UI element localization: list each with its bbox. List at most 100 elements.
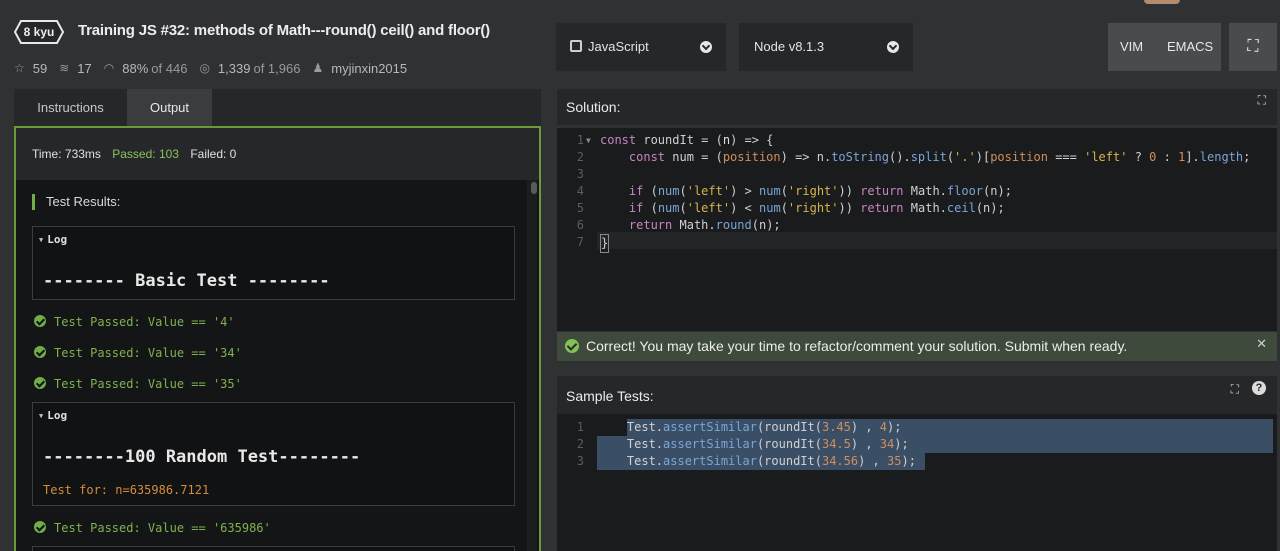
javascript-icon — [570, 40, 582, 52]
triangle-down-icon: ▼ — [39, 236, 44, 244]
author-stat[interactable]: ♟ myjinxin2015 — [312, 61, 407, 76]
output-panel: Time: 733ms Passed: 103 Failed: 0 Test R… — [14, 126, 541, 551]
target-icon: ◎ — [199, 61, 210, 75]
code-line: 4 if (num('left') > num('right')) return… — [557, 183, 1277, 200]
code-line: 1 ▼ const roundIt = (n) => { — [557, 132, 1277, 149]
line-number: 2 — [576, 150, 584, 164]
test-passed-text: Test Passed: Value == '4' — [54, 315, 235, 329]
test-results-heading: Test Results: — [32, 194, 120, 210]
check-icon — [34, 315, 46, 327]
avatar[interactable] — [1144, 0, 1180, 4]
time-stat: Time: 733ms — [32, 147, 101, 161]
satisfaction-pct: 88% — [122, 60, 149, 76]
test-passed-text: Test Passed: Value == '35' — [54, 377, 242, 391]
user-icon: ♟ — [312, 61, 324, 75]
triangle-down-icon: ▼ — [39, 412, 44, 420]
kata-stats: ☆ 59 ≋ 17 ◠ 88% of 446 ◎ 1,339 of 1,966 ♟ myjin… — [14, 60, 419, 76]
output-scroll-thumb[interactable] — [531, 182, 537, 194]
log-label: Log — [47, 409, 68, 422]
code-line: 1 Test.assertSimilar(roundIt(3.45) , 4); — [557, 419, 1277, 436]
collections-count: 17 — [77, 60, 92, 76]
test-passed-text: Test Passed: Value == '34' — [54, 346, 242, 360]
output-status-bar: Time: 733ms Passed: 103 Failed: 0 — [16, 128, 539, 180]
line-number: 6 — [576, 218, 584, 232]
fullscreen-button[interactable]: ⛶ — [1229, 23, 1277, 71]
satisfaction-stat: ◠ 88% of 446 — [104, 61, 188, 76]
output-scrollbar[interactable] — [527, 180, 537, 551]
log-block[interactable]: ▼ Log --------100 Random Test-------- Tes… — [32, 402, 515, 506]
test-passed-item: Test Passed: Value == '635986' — [34, 520, 271, 536]
code-line: 5 if (num('left') < num('right')) return… — [557, 200, 1277, 217]
log-toggle[interactable]: ▼ Log — [39, 233, 67, 246]
eye-icon: ◠ — [103, 61, 115, 75]
check-icon — [34, 346, 46, 358]
language-label: JavaScript — [588, 39, 649, 54]
test-passed-item: Test Passed: Value == '4' — [34, 314, 235, 330]
version-select[interactable]: Node v8.1.3 — [739, 23, 913, 71]
line-number: 4 — [576, 184, 584, 198]
chevron-down-icon — [887, 41, 899, 53]
fullscreen-icon[interactable]: ⛶ — [1258, 93, 1266, 108]
sample-tests-editor[interactable]: 1 Test.assertSimilar(roundIt(3.45) , 4);… — [557, 414, 1277, 551]
stars-count: 59 — [32, 60, 48, 76]
line-number: 7 — [576, 235, 584, 249]
solution-header: Solution: ⛶ — [557, 89, 1277, 125]
log-line: Test for: n=635986.7121 — [43, 483, 210, 497]
passed-stat: Passed: 103 — [112, 147, 179, 161]
kata-header: 8 kyu Training JS #32: methods of Math--… — [14, 20, 544, 84]
log-toggle[interactable]: ▼ Log — [39, 409, 67, 422]
vim-button[interactable]: VIM — [1120, 23, 1143, 71]
log-heading: --------100 Random Test-------- — [43, 447, 361, 467]
log-block[interactable] — [32, 546, 515, 551]
fold-arrow-icon[interactable]: ▼ — [586, 132, 591, 149]
editor-mode-buttons: VIM EMACS — [1108, 23, 1221, 71]
emacs-button[interactable]: EMACS — [1167, 23, 1213, 71]
log-block[interactable]: ▼ Log -------- Basic Test -------- — [32, 226, 515, 300]
author-name: myjinxin2015 — [331, 60, 408, 76]
completed-of: of 1,966 — [253, 60, 301, 76]
rank-label: 8 kyu — [23, 25, 55, 39]
success-banner: Correct! You may take your time to refac… — [557, 332, 1277, 361]
chevron-down-icon — [700, 41, 712, 53]
test-passed-item: Test Passed: Value == '34' — [34, 345, 242, 361]
sample-tests-header: Sample Tests: ⛶ ? — [557, 376, 1277, 414]
solution-editor[interactable]: 1 ▼ const roundIt = (n) => { 2 const num =… — [557, 128, 1277, 331]
language-select[interactable]: JavaScript — [556, 23, 726, 71]
completed-count: 1,339 — [217, 60, 251, 76]
code-line: 3 — [557, 166, 1277, 183]
sample-tests-heading: Sample Tests: — [566, 388, 654, 404]
fullscreen-icon: ⛶ — [1247, 38, 1259, 55]
success-message: Correct! You may take your time to refac… — [586, 338, 1128, 354]
code-line: 7} — [557, 234, 1277, 253]
collection-icon: ≋ — [59, 61, 70, 75]
line-number: 5 — [576, 201, 584, 215]
solution-heading: Solution: — [566, 99, 621, 115]
line-number: 3 — [576, 167, 584, 181]
line-number: 3 — [576, 454, 584, 468]
version-label: Node v8.1.3 — [754, 39, 825, 54]
completed-stat: ◎ 1,339 of 1,966 — [199, 61, 300, 76]
tab-output[interactable]: Output — [127, 89, 212, 126]
collections-stat[interactable]: ≋ 17 — [59, 61, 92, 76]
help-icon[interactable]: ? — [1252, 381, 1266, 395]
close-icon[interactable]: ✕ — [1256, 332, 1267, 356]
log-label: Log — [47, 233, 68, 246]
fullscreen-icon[interactable]: ⛶ — [1231, 382, 1239, 397]
log-heading: -------- Basic Test -------- — [43, 271, 330, 291]
tab-instructions[interactable]: Instructions — [14, 89, 127, 126]
test-passed-text: Test Passed: Value == '635986' — [54, 521, 271, 535]
check-icon — [34, 377, 46, 389]
satisfaction-of: of 446 — [151, 60, 188, 76]
test-passed-item: Test Passed: Value == '35' — [34, 376, 242, 392]
line-number: 1 — [576, 133, 584, 147]
check-icon — [34, 521, 46, 533]
code-line: 3 Test.assertSimilar(roundIt(34.56) , 35… — [557, 453, 1277, 470]
line-number: 1 — [576, 420, 584, 434]
line-number: 2 — [576, 437, 584, 451]
stars-stat[interactable]: ☆ 59 — [14, 61, 47, 76]
kata-title[interactable]: Training JS #32: methods of Math---round… — [78, 22, 490, 39]
test-results[interactable]: Test Results: ▼ Log -------- Basic Test -… — [16, 180, 539, 551]
star-icon: ☆ — [14, 61, 25, 75]
check-circle-icon — [565, 339, 579, 353]
failed-stat: Failed: 0 — [190, 147, 237, 161]
